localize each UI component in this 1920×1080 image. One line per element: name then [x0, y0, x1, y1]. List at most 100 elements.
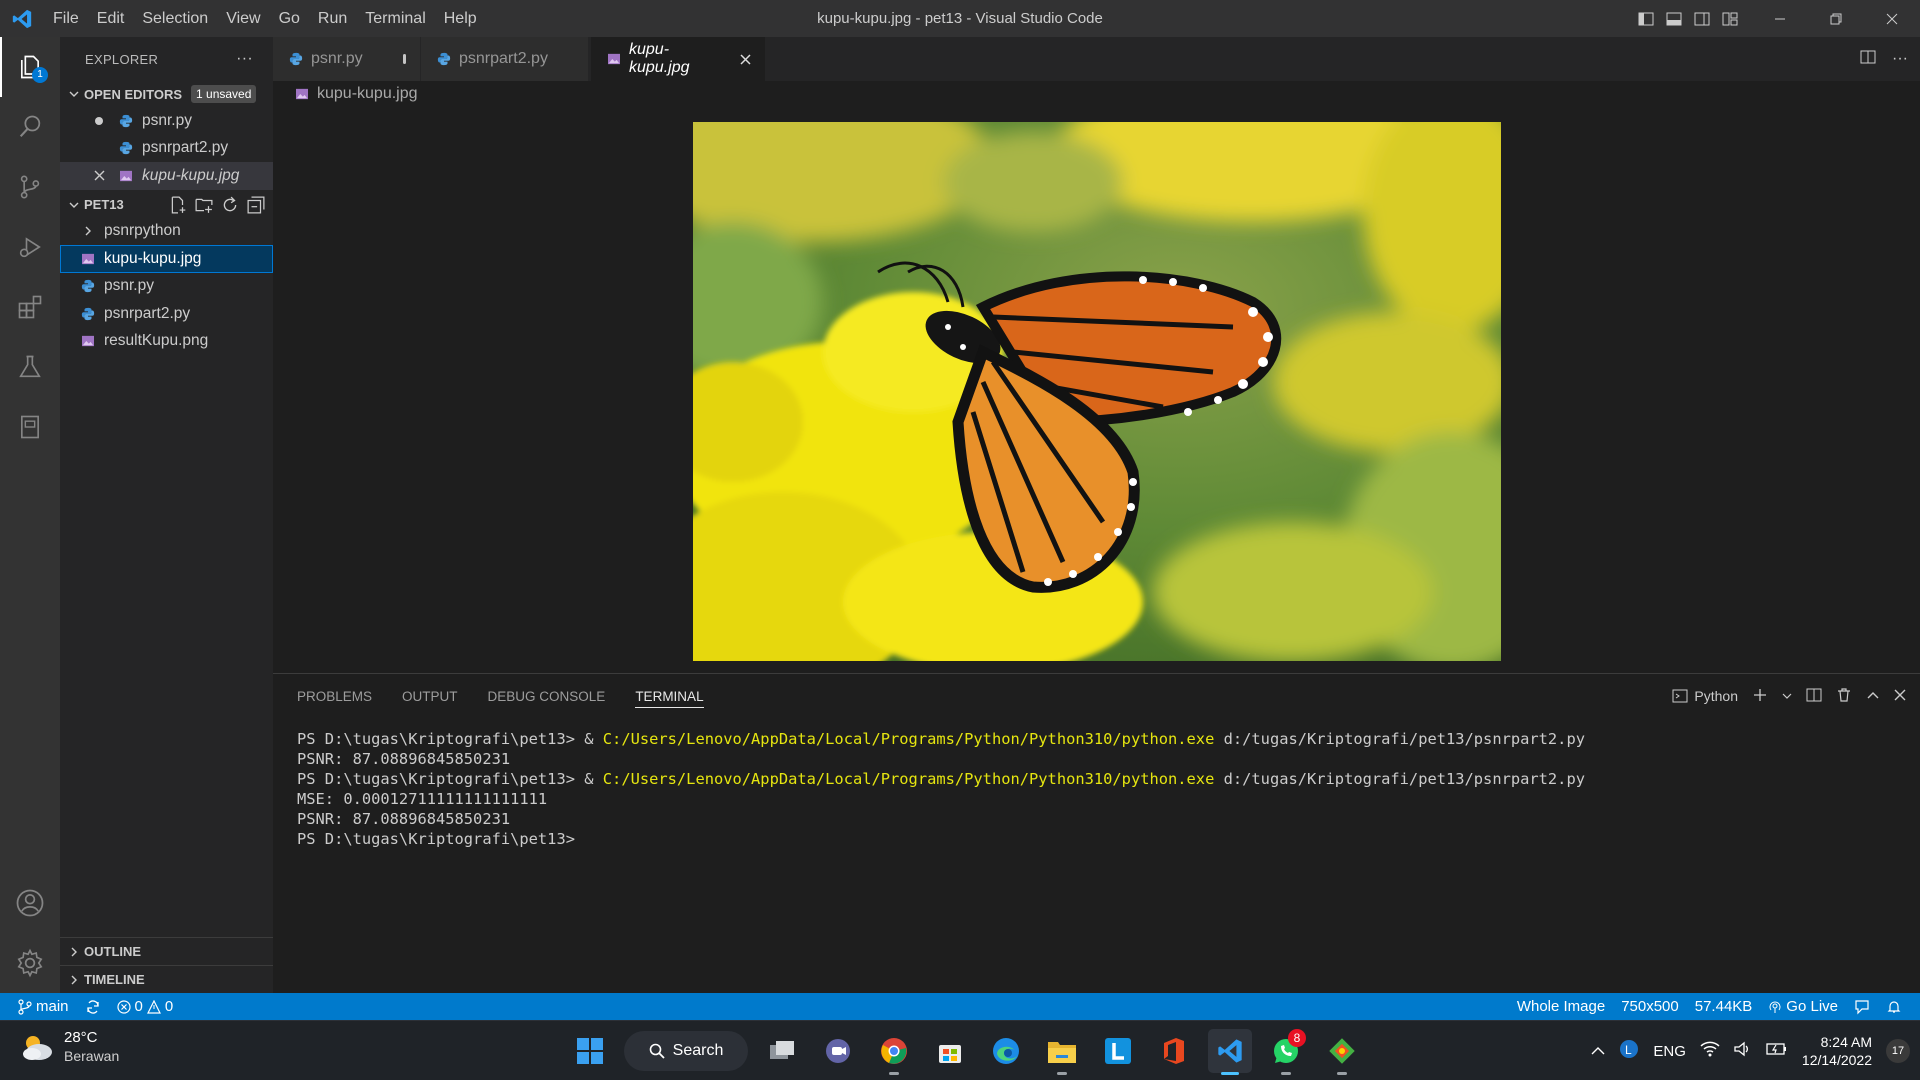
close-window-icon[interactable]: [1864, 0, 1920, 37]
terminal-output[interactable]: PS D:\tugas\Kriptografi\pet13> & C:/User…: [297, 729, 1585, 849]
clock[interactable]: 8:24 AM 12/14/2022: [1802, 1033, 1872, 1069]
task-view-icon[interactable]: [760, 1029, 804, 1073]
split-editor-icon[interactable]: [1860, 49, 1876, 70]
new-folder-icon[interactable]: [195, 196, 213, 217]
menu-run[interactable]: Run: [309, 0, 356, 37]
file-resultkupu[interactable]: resultKupu.png: [60, 328, 273, 356]
explorer-badge: 1: [32, 67, 48, 83]
chevron-up-icon[interactable]: [1591, 1043, 1605, 1060]
go-live-button[interactable]: Go Live: [1760, 993, 1846, 1020]
sync-icon[interactable]: [77, 993, 109, 1020]
customize-layout-icon[interactable]: [1716, 0, 1744, 37]
tab-debug-console[interactable]: DEBUG CONSOLE: [488, 674, 606, 718]
menu-terminal[interactable]: Terminal: [356, 0, 434, 37]
notebook-icon[interactable]: [0, 397, 60, 457]
testing-icon[interactable]: [0, 337, 60, 397]
teams-chat-icon[interactable]: [816, 1029, 860, 1073]
file-psnrpart2[interactable]: psnrpart2.py: [60, 300, 273, 328]
onedrive-icon[interactable]: L: [1619, 1039, 1639, 1063]
taskbar-search[interactable]: Search: [624, 1031, 748, 1071]
trash-icon[interactable]: [1836, 687, 1852, 706]
volume-icon[interactable]: [1734, 1041, 1752, 1061]
start-menu-icon[interactable]: [568, 1029, 612, 1073]
breadcrumb-item[interactable]: kupu-kupu.jpg: [317, 85, 418, 103]
open-editor-psnr[interactable]: psnr.py: [60, 107, 273, 135]
terminal-line: PSNR: 87.08896845850231: [297, 750, 511, 768]
weather-widget[interactable]: 28°C Berawan: [20, 1029, 119, 1065]
menu-selection[interactable]: Selection: [133, 0, 217, 37]
edge-icon[interactable]: [984, 1029, 1028, 1073]
file-kupu-kupu[interactable]: kupu-kupu.jpg: [60, 245, 273, 273]
unsaved-dot-icon[interactable]: [402, 54, 406, 64]
run-debug-icon[interactable]: [0, 217, 60, 277]
chevron-right-icon: [78, 225, 98, 237]
chrome-icon[interactable]: [872, 1029, 916, 1075]
chevron-down-icon[interactable]: [1782, 688, 1792, 704]
office-icon[interactable]: [1152, 1029, 1196, 1073]
image-zoom-status[interactable]: Whole Image: [1509, 993, 1613, 1020]
open-editor-kupu-kupu[interactable]: kupu-kupu.jpg: [60, 162, 273, 190]
feedback-icon[interactable]: [1846, 993, 1878, 1020]
menu-help[interactable]: Help: [435, 0, 486, 37]
maximize-panel-icon[interactable]: [1866, 688, 1880, 705]
more-actions-icon[interactable]: ···: [236, 50, 253, 68]
file-explorer-icon[interactable]: [1040, 1029, 1084, 1075]
new-file-icon[interactable]: [169, 196, 187, 217]
settings-gear-icon[interactable]: [0, 933, 60, 993]
tab-output[interactable]: OUTPUT: [402, 674, 458, 718]
folder-psnrpython[interactable]: psnrpython: [60, 218, 273, 246]
menu-view[interactable]: View: [217, 0, 269, 37]
notification-count[interactable]: 17: [1886, 1039, 1910, 1063]
tab-psnrpart2[interactable]: psnrpart2.py: [421, 37, 589, 81]
unsaved-dot-icon[interactable]: [90, 116, 108, 126]
tab-psnr[interactable]: psnr.py: [273, 37, 421, 81]
tab-problems[interactable]: PROBLEMS: [297, 674, 372, 718]
warning-icon: [146, 999, 161, 1014]
outline-header[interactable]: OUTLINE: [60, 937, 273, 965]
open-editors-header[interactable]: OPEN EDITORS 1 unsaved: [60, 81, 273, 107]
close-tab-icon[interactable]: [740, 49, 751, 70]
refresh-icon[interactable]: [221, 196, 239, 217]
l-app-icon[interactable]: [1096, 1029, 1140, 1073]
battery-icon[interactable]: [1766, 1042, 1788, 1060]
search-icon[interactable]: [0, 97, 60, 157]
branch-status[interactable]: main: [0, 993, 77, 1020]
git-tool-icon[interactable]: [1320, 1029, 1364, 1075]
split-terminal-icon[interactable]: [1806, 687, 1822, 706]
terminal-shell-selector[interactable]: Python: [1672, 688, 1738, 704]
menu-go[interactable]: Go: [270, 0, 309, 37]
open-editor-psnrpart2[interactable]: psnrpart2.py: [60, 135, 273, 163]
store-icon[interactable]: [928, 1029, 972, 1073]
new-terminal-icon[interactable]: [1752, 687, 1768, 706]
problems-status[interactable]: 0 0: [109, 993, 182, 1020]
folder-name: psnrpython: [104, 222, 181, 240]
wifi-icon[interactable]: [1700, 1041, 1720, 1061]
source-control-icon[interactable]: [0, 157, 60, 217]
toggle-panel-icon[interactable]: [1660, 0, 1688, 37]
menu-file[interactable]: File: [44, 0, 88, 37]
tab-label: kupu-kupu.jpg: [629, 41, 690, 76]
account-icon[interactable]: [0, 873, 60, 933]
explorer-icon[interactable]: 1: [0, 37, 60, 97]
whatsapp-icon[interactable]: 8: [1264, 1029, 1308, 1075]
timeline-header[interactable]: TIMELINE: [60, 965, 273, 993]
close-editor-icon[interactable]: [90, 170, 108, 181]
toggle-primary-sidebar-icon[interactable]: [1632, 0, 1660, 37]
file-psnr[interactable]: psnr.py: [60, 273, 273, 301]
tab-kupu-kupu[interactable]: kupu-kupu.jpg: [591, 37, 766, 81]
menu-edit[interactable]: Edit: [88, 0, 134, 37]
chevron-right-icon: [66, 946, 82, 958]
tab-terminal[interactable]: TERMINAL: [635, 674, 704, 718]
bell-icon[interactable]: [1878, 993, 1910, 1020]
butterfly-image[interactable]: [693, 122, 1501, 661]
more-actions-icon[interactable]: ···: [1892, 50, 1908, 68]
close-panel-icon[interactable]: [1894, 688, 1906, 704]
toggle-secondary-sidebar-icon[interactable]: [1688, 0, 1716, 37]
extensions-icon[interactable]: [0, 277, 60, 337]
collapse-all-icon[interactable]: [247, 196, 265, 217]
minimize-icon[interactable]: [1752, 0, 1808, 37]
vscode-taskbar-icon[interactable]: [1208, 1029, 1252, 1075]
restore-icon[interactable]: [1808, 0, 1864, 37]
language-indicator[interactable]: ENG: [1653, 1043, 1686, 1060]
workspace-header[interactable]: PET13: [60, 192, 273, 218]
